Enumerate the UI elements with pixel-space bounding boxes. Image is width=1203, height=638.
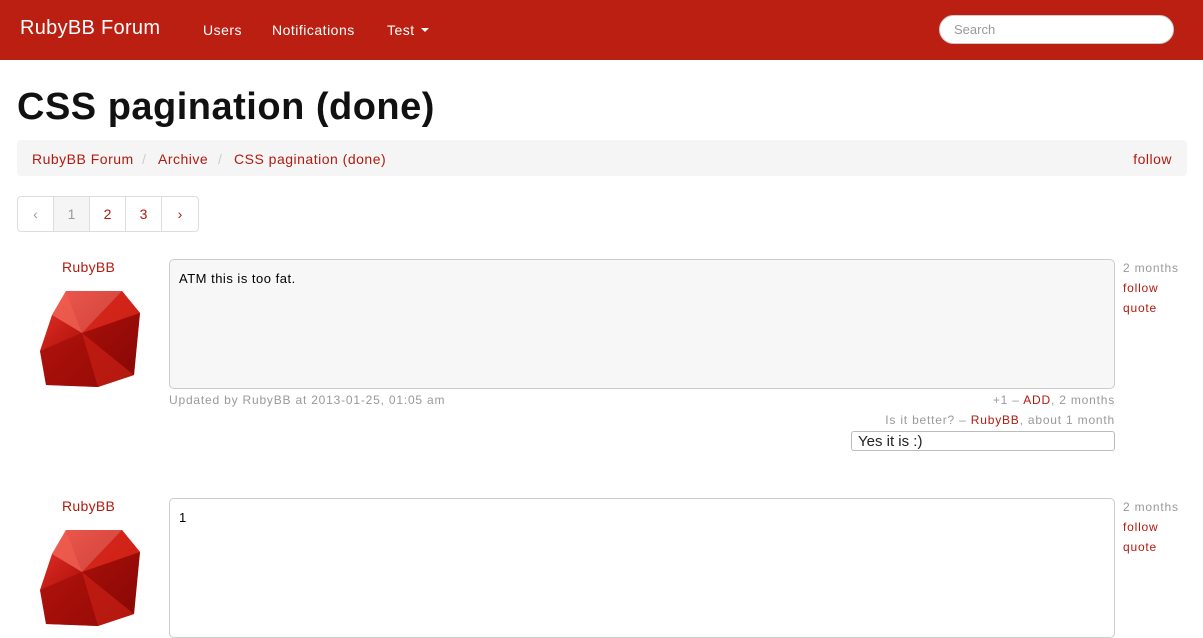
post-author[interactable]: RubyBB <box>62 498 115 514</box>
navbar: RubyBB Forum Users Notifications Test <box>0 0 1203 60</box>
comment-author-link[interactable]: RubyBB <box>971 413 1020 427</box>
post-quote-link[interactable]: quote <box>1123 540 1157 554</box>
post-comment: Is it better? – RubyBB, about 1 month <box>885 413 1115 427</box>
breadcrumb-forum[interactable]: RubyBB Forum <box>32 151 134 167</box>
post-body: 1 <box>169 498 1115 638</box>
post-quote-link[interactable]: quote <box>1123 301 1157 315</box>
pagination-page-3[interactable]: 3 <box>126 197 162 231</box>
pagination-prev[interactable]: ‹ <box>18 197 54 231</box>
pagination-next[interactable]: › <box>162 197 198 231</box>
search-input[interactable] <box>939 15 1174 44</box>
pagination-page-2[interactable]: 2 <box>90 197 126 231</box>
post-time: 2 months <box>1123 500 1179 514</box>
post-body: ATM this is too fat. <box>169 259 1115 389</box>
breadcrumb-separator: / <box>218 151 223 167</box>
nav-test-dropdown[interactable]: Test <box>387 22 429 38</box>
post-follow-link[interactable]: follow <box>1123 520 1158 534</box>
breadcrumb-separator: / <box>142 151 147 167</box>
ruby-gem-icon[interactable] <box>38 289 142 389</box>
post-updated-info: Updated by RubyBB at 2013-01-25, 01:05 a… <box>169 393 446 407</box>
post-follow-link[interactable]: follow <box>1123 281 1158 295</box>
nav-test-label: Test <box>387 22 415 38</box>
vote-add-link[interactable]: ADD <box>1023 393 1051 407</box>
nav-users[interactable]: Users <box>203 22 242 38</box>
pagination-page-1[interactable]: 1 <box>54 197 90 231</box>
breadcrumb-topic[interactable]: CSS pagination (done) <box>234 151 386 167</box>
post-vote-line: +1 – ADD, 2 months <box>992 393 1115 407</box>
comment-input[interactable] <box>851 431 1115 451</box>
breadcrumb: RubyBB Forum / Archive / CSS pagination … <box>17 140 1187 176</box>
post-author[interactable]: RubyBB <box>62 259 115 275</box>
caret-down-icon <box>420 28 429 32</box>
post-time: 2 months <box>1123 261 1179 275</box>
page-title: CSS pagination (done) <box>17 86 435 128</box>
follow-topic-link[interactable]: follow <box>1133 151 1172 167</box>
breadcrumb-archive[interactable]: Archive <box>158 151 208 167</box>
ruby-gem-icon[interactable] <box>38 528 142 628</box>
pagination: ‹ 1 2 3 › <box>17 196 199 232</box>
brand-link[interactable]: RubyBB Forum <box>20 17 160 40</box>
nav-notifications[interactable]: Notifications <box>272 22 355 38</box>
